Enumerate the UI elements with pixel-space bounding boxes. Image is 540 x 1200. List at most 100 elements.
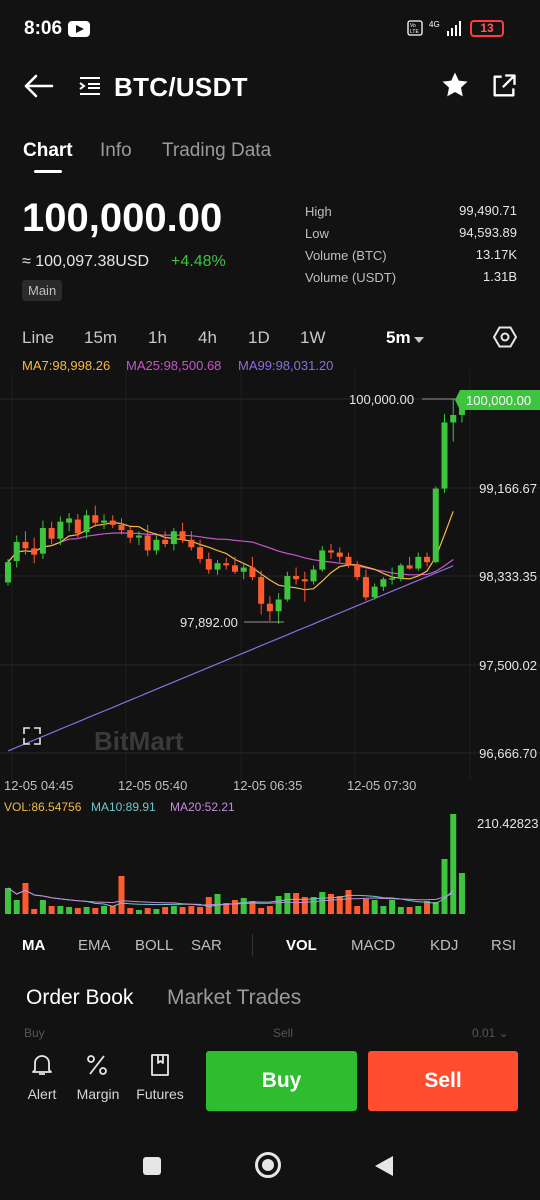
tab-info[interactable]: Info	[100, 140, 132, 162]
candle-body-49	[432, 488, 439, 563]
tab-trading-data[interactable]: Trading Data	[162, 140, 271, 162]
pair-list-icon[interactable]	[78, 74, 102, 98]
stat-label-vol-usdt: Volume (USDT)	[305, 270, 397, 285]
x-tick-2: 12-05 06:35	[233, 778, 303, 793]
stat-value-vol-btc: 13.17K	[475, 247, 517, 262]
indicator-ema[interactable]: EMA	[78, 937, 111, 954]
volume-bar-38	[336, 896, 343, 914]
orderbook-precision[interactable]: 0.01 ⌄	[472, 1026, 509, 1040]
candle-body-44	[389, 578, 396, 580]
candle-body-17	[153, 539, 160, 551]
indicator-boll[interactable]: BOLL	[135, 937, 173, 954]
svg-text:LTE: LTE	[410, 29, 419, 35]
chart-settings-icon[interactable]	[493, 325, 517, 349]
volume-bar-7	[66, 907, 73, 914]
volume-bar-30	[266, 906, 273, 914]
candle-body-20	[179, 531, 186, 540]
volume-bar-22	[197, 907, 204, 914]
orderbook-sell-header: Sell	[273, 1026, 294, 1040]
tab-market-trades[interactable]: Market Trades	[167, 986, 301, 1010]
indicator-kdj[interactable]: KDJ	[430, 937, 458, 954]
alert-label[interactable]: Alert	[20, 1086, 64, 1102]
volume-bar-10	[92, 908, 99, 914]
interval-selected-5m[interactable]: 5m	[386, 328, 411, 348]
nav-home-icon[interactable]	[255, 1152, 281, 1178]
indicator-rsi[interactable]: RSI	[491, 937, 516, 954]
indicator-sar[interactable]: SAR	[191, 937, 222, 954]
candlestick-chart[interactable]: BitMart 99,166.67 98,333.35 97,500.02 96,66…	[0, 370, 540, 800]
candle-body-13	[118, 524, 125, 531]
tab-chart[interactable]: Chart	[23, 140, 73, 162]
candle-body-48	[424, 556, 431, 563]
candle-body-29	[258, 577, 265, 604]
battery-icon: 13	[470, 20, 504, 37]
candle-body-23	[205, 558, 212, 570]
volume-bar-21	[188, 906, 195, 914]
buy-button[interactable]: Buy	[206, 1051, 357, 1111]
nav-back-icon[interactable]	[375, 1156, 393, 1176]
candle-body-4	[39, 528, 46, 554]
share-external-icon[interactable]	[490, 72, 518, 100]
stat-label-high: High	[305, 204, 332, 219]
volume-bar-5	[48, 906, 55, 914]
favorite-star-icon[interactable]	[440, 70, 470, 100]
volume-bar-46	[406, 907, 413, 914]
margin-percent-icon[interactable]	[84, 1052, 110, 1078]
nav-recents-icon[interactable]	[143, 1157, 161, 1175]
candle-body-51	[450, 414, 457, 423]
volume-bar-6	[57, 906, 64, 914]
indicator-separator	[252, 934, 253, 956]
volume-bar-9	[83, 907, 90, 914]
candle-body-38	[336, 552, 343, 557]
main-badge: Main	[22, 280, 63, 301]
orderbook-buy-header: Buy	[24, 1026, 45, 1040]
candle-body-5	[48, 528, 55, 539]
volume-bar-41	[362, 899, 369, 914]
candle-body-18	[162, 539, 169, 545]
candle-body-0	[5, 562, 11, 583]
indicator-vol[interactable]: VOL	[286, 937, 317, 954]
interval-1w[interactable]: 1W	[300, 328, 326, 348]
candle-body-42	[371, 586, 378, 598]
usd-equivalent: ≈ 100,097.38USD	[22, 253, 150, 270]
interval-1h[interactable]: 1h	[148, 328, 167, 348]
pair-title[interactable]: BTC/USDT	[114, 72, 248, 103]
sell-button[interactable]: Sell	[368, 1051, 518, 1111]
y-tick-2: 97,500.02	[479, 658, 537, 673]
candle-body-9	[83, 515, 90, 533]
interval-dropdown-icon[interactable]	[414, 337, 424, 343]
margin-label[interactable]: Margin	[74, 1086, 122, 1102]
volume-bar-50	[441, 859, 448, 914]
candle-body-6	[57, 521, 64, 539]
interval-15m[interactable]: 15m	[84, 328, 117, 348]
volume-chart[interactable]: 210.42823	[0, 812, 540, 916]
indicator-macd[interactable]: MACD	[351, 937, 395, 954]
volume-bar-19	[170, 906, 177, 914]
futures-label[interactable]: Futures	[134, 1086, 186, 1102]
candle-body-15	[135, 535, 142, 538]
volume-bar-18	[162, 907, 169, 914]
volume-bar-45	[397, 907, 404, 914]
candle-body-47	[415, 556, 422, 569]
candle-body-8	[74, 519, 81, 534]
tab-order-book[interactable]: Order Book	[26, 986, 133, 1010]
stat-value-high: 99,490.71	[459, 203, 517, 218]
alert-bell-icon[interactable]	[29, 1052, 55, 1078]
futures-bookmark-icon[interactable]	[147, 1052, 173, 1078]
volume-bar-47	[415, 906, 422, 914]
volume-bar-3	[31, 909, 38, 914]
volume-bar-52	[458, 873, 465, 914]
stat-value-vol-usdt: 1.31B	[483, 269, 517, 284]
interval-4h[interactable]: 4h	[198, 328, 217, 348]
ma25-line	[7, 532, 454, 576]
volume-bar-43	[380, 906, 387, 914]
stat-label-vol-btc: Volume (BTC)	[305, 248, 387, 263]
volume-bar-13	[118, 876, 125, 914]
back-arrow-icon[interactable]	[22, 72, 56, 100]
volume-bar-32	[284, 893, 291, 914]
candle-body-1	[13, 541, 20, 562]
y-tick-1: 98,333.35	[479, 569, 537, 584]
indicator-ma[interactable]: MA	[22, 937, 45, 954]
interval-line[interactable]: Line	[22, 328, 54, 348]
interval-1d[interactable]: 1D	[248, 328, 270, 348]
